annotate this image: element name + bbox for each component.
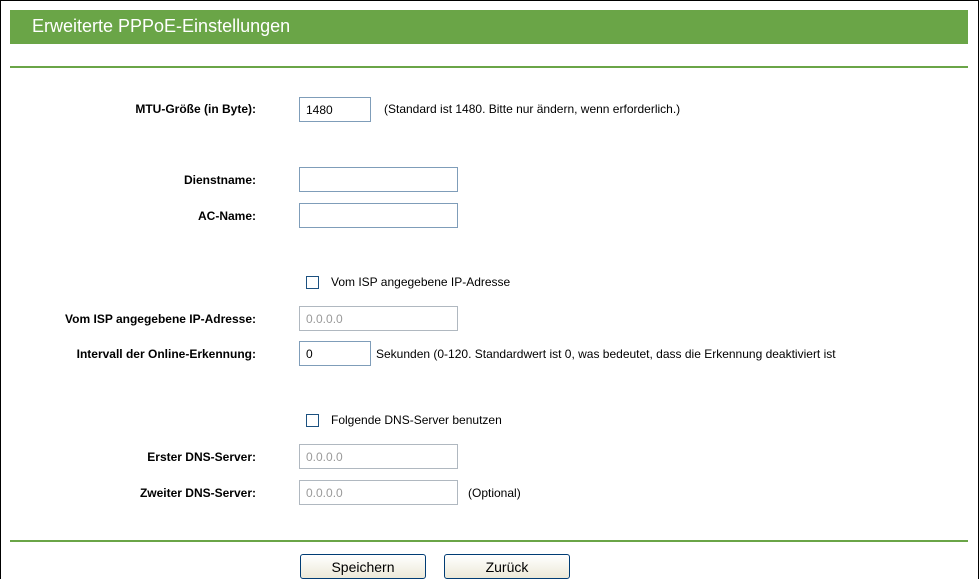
mtu-label: MTU-Größe (in Byte):: [135, 102, 256, 116]
mtu-input[interactable]: [299, 97, 371, 122]
dns-checkbox-label: Folgende DNS-Server benutzen: [331, 413, 502, 427]
divider-top: [10, 66, 968, 68]
online-detection-hint: Sekunden (0-120. Standardwert ist 0, was…: [376, 347, 836, 361]
isp-ip-input[interactable]: [299, 306, 458, 331]
divider-bottom: [10, 540, 968, 542]
primary-dns-input[interactable]: [299, 444, 458, 469]
ac-name-label: AC-Name:: [197, 209, 256, 223]
ac-name-input[interactable]: [299, 203, 458, 228]
service-name-label: Dienstname:: [183, 173, 256, 187]
isp-ip-checkbox[interactable]: [306, 276, 319, 289]
isp-ip-label: Vom ISP angegebene IP-Adresse:: [65, 312, 256, 326]
dns-checkbox[interactable]: [306, 414, 319, 427]
online-detection-input[interactable]: [299, 341, 371, 366]
isp-ip-checkbox-label: Vom ISP angegebene IP-Adresse: [331, 275, 511, 289]
online-detection-label: Intervall der Online-Erkennung:: [76, 347, 256, 361]
mtu-hint: (Standard ist 1480. Bitte nur ändern, we…: [384, 102, 681, 116]
service-name-input[interactable]: [299, 167, 458, 192]
primary-dns-label: Erster DNS-Server:: [147, 450, 256, 464]
back-button[interactable]: Zurück: [444, 554, 570, 579]
secondary-dns-input[interactable]: [299, 480, 458, 505]
page-title: Erweiterte PPPoE-Einstellungen: [32, 16, 291, 36]
title-bar: Erweiterte PPPoE-Einstellungen: [10, 10, 968, 44]
save-button[interactable]: Speichern: [300, 554, 426, 579]
secondary-dns-label: Zweiter DNS-Server:: [139, 486, 256, 500]
secondary-dns-hint: (Optional): [468, 486, 521, 500]
